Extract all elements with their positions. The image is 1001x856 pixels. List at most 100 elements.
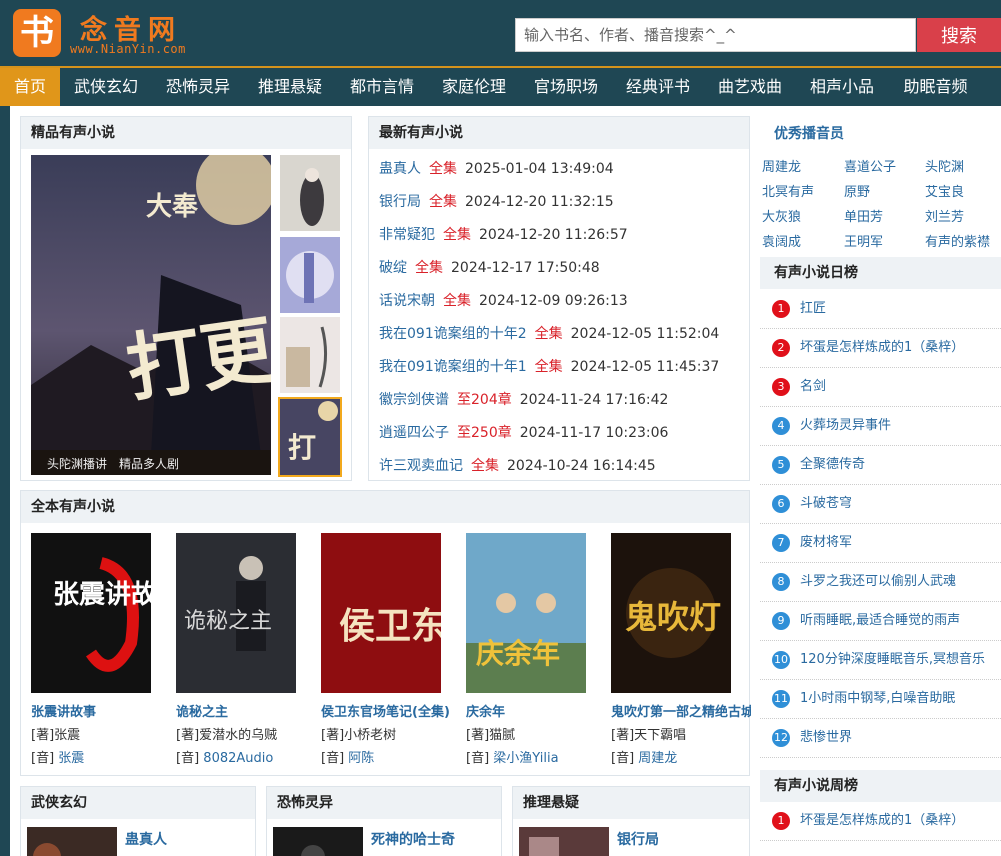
latest-item-name[interactable]: 蛊真人 xyxy=(379,161,421,177)
search-input[interactable] xyxy=(515,18,916,52)
anchor-link[interactable]: 袁阔成 xyxy=(762,231,801,250)
latest-item[interactable]: 我在091诡案组的十年2 全集 2024-12-05 11:52:04 xyxy=(379,318,749,351)
latest-item-name[interactable]: 非常疑犯 xyxy=(379,227,435,243)
latest-item[interactable]: 许三观卖血记 全集 2024-10-24 16:14:45 xyxy=(379,450,749,483)
anchor-link[interactable]: 喜道公子 xyxy=(844,156,896,175)
latest-item-name[interactable]: 我在091诡案组的十年1 xyxy=(379,359,527,375)
complete-item[interactable]: 侯卫东 侯卫东官场笔记(全集) [著]小桥老树 [音] 阿陈 xyxy=(321,533,461,766)
complete-cover[interactable]: 鬼吹灯 xyxy=(611,533,731,693)
featured-thumb-3[interactable] xyxy=(280,317,340,393)
anchor-link[interactable]: 北冥有声 xyxy=(762,181,814,200)
featured-thumb-1[interactable] xyxy=(280,155,340,231)
anchor-link[interactable]: 原野 xyxy=(844,181,870,200)
featured-cover[interactable]: 打更人 大奉 头陀渊播讲 精品多人剧 xyxy=(31,155,271,475)
nav-item-horror[interactable]: 恐怖灵异 xyxy=(152,68,244,106)
rank-item-name[interactable]: 听雨睡眠,最适合睡觉的雨声 xyxy=(800,613,960,628)
complete-item[interactable]: 诡秘之主 诡秘之主 [著]爱潜水的乌贼 [音] 8082Audio xyxy=(176,533,316,766)
nav-item-wuxia[interactable]: 武侠玄幻 xyxy=(60,68,152,106)
nav-item-mystery[interactable]: 推理悬疑 xyxy=(244,68,336,106)
rank-item-name[interactable]: 悲惨世界 xyxy=(800,730,852,745)
latest-item-name[interactable]: 破绽 xyxy=(379,260,407,276)
category-first-item[interactable]: 死神的哈士奇 xyxy=(371,829,455,849)
anchor-link[interactable]: 有声的紫襟 xyxy=(925,231,990,250)
latest-item[interactable]: 徽宗剑侠谱 至204章 2024-11-24 17:16:42 xyxy=(379,384,749,417)
featured-thumb-4[interactable]: 打 xyxy=(278,397,342,477)
rank-item[interactable]: 2 坏蛋是怎样炼成的1（桑梓） xyxy=(760,329,1001,368)
complete-item-name[interactable]: 鬼吹灯第一部之精绝古城 xyxy=(611,701,751,720)
anchor-link[interactable]: 周建龙 xyxy=(762,156,801,175)
complete-cover[interactable]: 庆余年 xyxy=(466,533,586,693)
complete-cover[interactable]: 诡秘之主 xyxy=(176,533,296,693)
anchor-link[interactable]: 王明军 xyxy=(844,231,883,250)
latest-item[interactable]: 破绽 全集 2024-12-17 17:50:48 xyxy=(379,252,749,285)
rank-item-name[interactable]: 坏蛋是怎样炼成的1（桑梓） xyxy=(800,813,964,828)
category-cover[interactable] xyxy=(273,827,363,856)
category-cover[interactable] xyxy=(27,827,117,856)
nav-item-sleep[interactable]: 助眠音频 xyxy=(888,68,983,106)
complete-item-name[interactable]: 张震讲故事 xyxy=(31,701,171,720)
category-first-item[interactable]: 银行局 xyxy=(617,829,659,849)
rank-item[interactable]: 9 听雨睡眠,最适合睡觉的雨声 xyxy=(760,602,1001,641)
nav-item-family[interactable]: 家庭伦理 xyxy=(428,68,520,106)
rank-item-name[interactable]: 斗罗之我还可以偷别人武魂 xyxy=(800,574,956,589)
rank-item-name[interactable]: 坏蛋是怎样炼成的1（桑梓） xyxy=(800,340,964,355)
nav-item-office[interactable]: 官场职场 xyxy=(520,68,612,106)
complete-item[interactable]: 鬼吹灯 鬼吹灯第一部之精绝古城 [著]天下霸唱 [音] 周建龙 xyxy=(611,533,751,766)
latest-item-name[interactable]: 话说宋朝 xyxy=(379,293,435,309)
narrator-link[interactable]: 梁小渔Yilia xyxy=(493,751,558,766)
latest-item-name[interactable]: 逍遥四公子 xyxy=(379,425,449,441)
latest-item[interactable]: 蛊真人 全集 2025-01-04 13:49:04 xyxy=(379,153,749,186)
latest-item[interactable]: 逍遥四公子 至250章 2024-11-17 10:23:06 xyxy=(379,417,749,450)
anchor-link[interactable]: 头陀渊 xyxy=(925,156,964,175)
rank-item-name[interactable]: 1小时雨中钢琴,白噪音助眠 xyxy=(800,691,955,706)
category-title[interactable]: 武侠玄幻 xyxy=(21,787,255,819)
rank-item[interactable]: 12 悲惨世界 xyxy=(760,719,1001,758)
latest-item[interactable]: 我在091诡案组的十年1 全集 2024-12-05 11:45:37 xyxy=(379,351,749,384)
rank-item-name[interactable]: 斗破苍穹 xyxy=(800,496,852,511)
complete-item-name[interactable]: 诡秘之主 xyxy=(176,701,316,720)
nav-item-pingshu[interactable]: 经典评书 xyxy=(612,68,704,106)
nav-item-romance[interactable]: 都市言情 xyxy=(336,68,428,106)
rank-item-name[interactable]: 名剑 xyxy=(800,379,826,394)
anchor-link[interactable]: 单田芳 xyxy=(844,206,883,225)
narrator-link[interactable]: 阿陈 xyxy=(348,751,374,766)
anchor-link[interactable]: 大灰狼 xyxy=(762,206,801,225)
nav-item-comedy[interactable]: 相声小品 xyxy=(796,68,888,106)
nav-item-home[interactable]: 首页 xyxy=(0,68,60,106)
narrator-link[interactable]: 8082Audio xyxy=(203,751,273,766)
category-first-item[interactable]: 蛊真人 xyxy=(125,829,167,849)
anchor-link[interactable]: 艾宝良 xyxy=(925,181,964,200)
complete-cover[interactable]: 张震讲故事 xyxy=(31,533,151,693)
anchor-link[interactable]: 刘兰芳 xyxy=(925,206,964,225)
latest-item-name[interactable]: 徽宗剑侠谱 xyxy=(379,392,449,408)
rank-item-name[interactable]: 扛匠 xyxy=(800,301,826,316)
rank-item[interactable]: 11 1小时雨中钢琴,白噪音助眠 xyxy=(760,680,1001,719)
latest-item[interactable]: 话说宋朝 全集 2024-12-09 09:26:13 xyxy=(379,285,749,318)
latest-item-name[interactable]: 我在091诡案组的十年2 xyxy=(379,326,527,342)
rank-item-name[interactable]: 全聚德传奇 xyxy=(800,457,865,472)
narrator-link[interactable]: 张震 xyxy=(58,751,84,766)
category-cover[interactable] xyxy=(519,827,609,856)
latest-item[interactable]: 非常疑犯 全集 2024-12-20 11:26:57 xyxy=(379,219,749,252)
rank-item[interactable]: 6 斗破苍穹 xyxy=(760,485,1001,524)
rank-item[interactable]: 1 扛匠 xyxy=(760,290,1001,329)
rank-item[interactable]: 1 坏蛋是怎样炼成的1（桑梓） xyxy=(760,802,1001,841)
category-title[interactable]: 恐怖灵异 xyxy=(267,787,501,819)
rank-item-name[interactable]: 火葬场灵异事件 xyxy=(800,418,891,433)
latest-item[interactable]: 银行局 全集 2024-12-20 11:32:15 xyxy=(379,186,749,219)
narrator-link[interactable]: 周建龙 xyxy=(638,751,677,766)
complete-item-name[interactable]: 庆余年 xyxy=(466,701,606,720)
rank-item-name[interactable]: 废材将军 xyxy=(800,535,852,550)
rank-item[interactable]: 5 全聚德传奇 xyxy=(760,446,1001,485)
complete-item[interactable]: 张震讲故事 张震讲故事 [著]张震 [音] 张震 xyxy=(31,533,171,766)
featured-thumb-2[interactable] xyxy=(280,237,340,313)
latest-item-name[interactable]: 银行局 xyxy=(379,194,421,210)
complete-item-name[interactable]: 侯卫东官场笔记(全集) xyxy=(321,701,461,720)
complete-item[interactable]: 庆余年 庆余年 [著]猫腻 [音] 梁小渔Yilia xyxy=(466,533,606,766)
rank-item[interactable]: 4 火葬场灵异事件 xyxy=(760,407,1001,446)
rank-item-name[interactable]: 120分钟深度睡眠音乐,冥想音乐 xyxy=(800,652,985,667)
rank-item[interactable]: 3 名剑 xyxy=(760,368,1001,407)
nav-item-opera[interactable]: 曲艺戏曲 xyxy=(704,68,796,106)
logo-icon[interactable]: 书 xyxy=(13,9,61,57)
latest-item-name[interactable]: 许三观卖血记 xyxy=(379,458,463,474)
